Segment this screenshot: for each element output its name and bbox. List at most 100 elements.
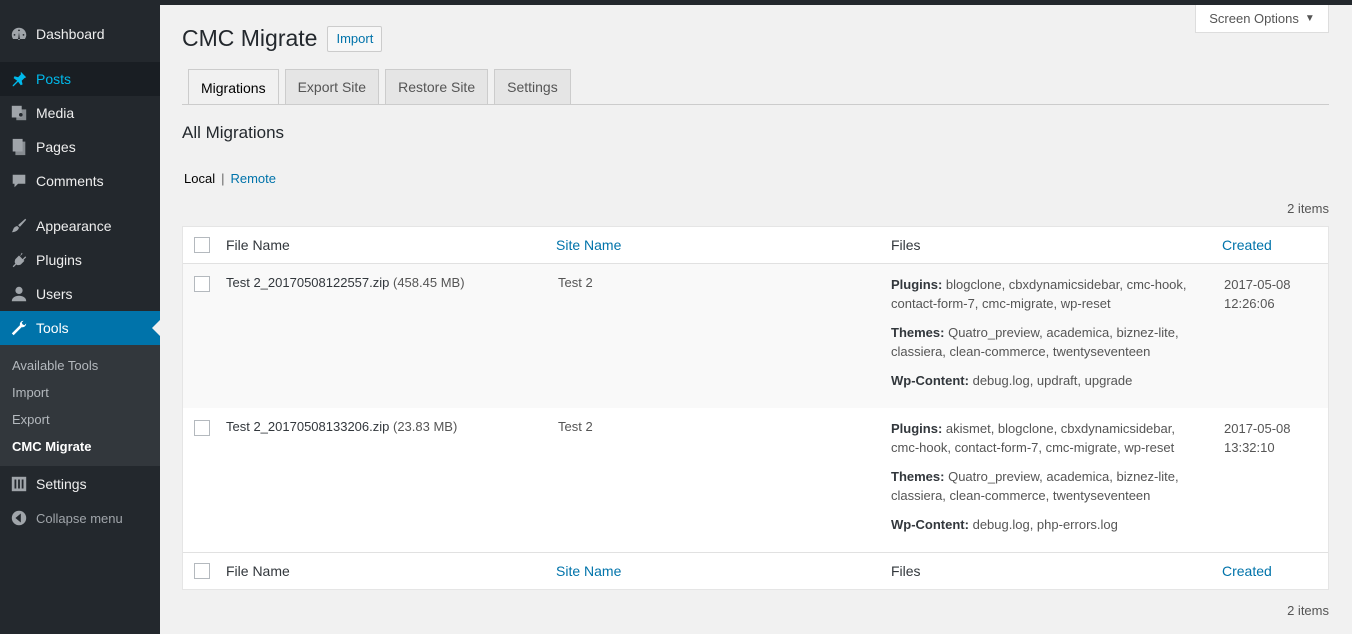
tools-submenu: Available Tools Import Export CMC Migrat…	[0, 345, 160, 466]
select-all-checkbox[interactable]	[194, 237, 210, 253]
file-size: (23.83 MB)	[393, 419, 458, 434]
menu-item-comments[interactable]: Comments	[0, 164, 160, 198]
wp-content-group: Wp-Content: debug.log, updraft, upgrade	[891, 371, 1206, 390]
menu-item-plugins[interactable]: Plugins	[0, 243, 160, 277]
wp-content-list: debug.log, updraft, upgrade	[972, 373, 1133, 388]
section-title: All Migrations	[182, 123, 285, 142]
column-site-name[interactable]: Site Name	[556, 237, 621, 253]
file-name: Test 2_20170508133206.zip	[226, 419, 390, 434]
files-cell: Plugins: akismet, blogclone, cbxdynamics…	[891, 419, 1206, 544]
menu-item-tools[interactable]: Tools	[0, 311, 160, 345]
menu-label: Users	[36, 286, 73, 302]
screen-options-button[interactable]: Screen Options ▼	[1195, 5, 1329, 33]
menu-label: Posts	[36, 71, 72, 87]
plugins-group: Plugins: blogclone, cbxdynamicsidebar, c…	[891, 275, 1206, 313]
tab-restore-site[interactable]: Restore Site	[385, 69, 489, 104]
migrations-table: File Name Site Name Files Created Test 2…	[182, 226, 1329, 590]
dashboard-icon	[10, 25, 28, 43]
table-row: Test 2_20170508133206.zip (23.83 MB) Tes…	[183, 408, 1328, 552]
themes-label: Themes:	[891, 469, 945, 484]
menu-item-users[interactable]: Users	[0, 277, 160, 311]
tab-migrations[interactable]: Migrations	[188, 69, 279, 105]
import-button[interactable]: Import	[327, 25, 383, 52]
collapse-menu-button[interactable]: Collapse menu	[0, 501, 160, 535]
page-title: CMC Migrate	[182, 25, 318, 51]
menu-item-media[interactable]: Media	[0, 96, 160, 130]
filter-local[interactable]: Local	[184, 171, 215, 186]
plugins-label: Plugins:	[891, 277, 943, 292]
select-all-checkbox-bottom[interactable]	[194, 563, 210, 579]
themes-label: Themes:	[891, 325, 945, 340]
screen-options-label: Screen Options	[1209, 11, 1299, 26]
pages-icon	[10, 138, 28, 156]
title-row: CMC Migrate Import	[182, 25, 383, 52]
tab-export-site[interactable]: Export Site	[284, 69, 380, 104]
tab-divider	[182, 104, 1329, 105]
menu-label: Tools	[36, 320, 69, 336]
column-files: Files	[891, 237, 921, 253]
file-name-cell: Test 2_20170508122557.zip (458.45 MB)	[226, 275, 465, 290]
pin-icon	[10, 70, 28, 88]
comment-icon	[10, 172, 28, 190]
user-icon	[10, 285, 28, 303]
themes-group: Themes: Quatro_preview, academica, bizne…	[891, 323, 1206, 361]
submenu-item-import[interactable]: Import	[0, 379, 160, 406]
column-created[interactable]: Created	[1222, 563, 1272, 579]
menu-label: Media	[36, 105, 75, 121]
menu-item-settings[interactable]: Settings	[0, 467, 160, 501]
menu-label: Plugins	[36, 252, 82, 268]
created-time: 12:26:06	[1224, 296, 1275, 311]
plugins-label: Plugins:	[891, 421, 943, 436]
wp-content-list: debug.log, php-errors.log	[972, 517, 1118, 532]
created-cell: 2017-05-08 12:26:06	[1224, 275, 1291, 313]
items-count-bottom: 2 items	[1287, 603, 1329, 618]
plugins-group: Plugins: akismet, blogclone, cbxdynamics…	[891, 419, 1206, 457]
table-row: Test 2_20170508122557.zip (458.45 MB) Te…	[183, 264, 1328, 408]
table-header: File Name Site Name Files Created	[183, 227, 1328, 264]
menu-label: Pages	[36, 139, 76, 155]
menu-item-posts[interactable]: Posts	[0, 62, 160, 96]
created-cell: 2017-05-08 13:32:10	[1224, 419, 1291, 457]
site-name-cell: Test 2	[558, 275, 593, 290]
wrench-icon	[10, 319, 28, 337]
menu-item-dashboard[interactable]: Dashboard	[0, 17, 160, 51]
menu-label: Comments	[36, 173, 104, 189]
site-name-cell: Test 2	[558, 419, 593, 434]
plugin-icon	[10, 251, 28, 269]
filter-separator: |	[221, 171, 225, 186]
menu-item-pages[interactable]: Pages	[0, 130, 160, 164]
submenu-item-export[interactable]: Export	[0, 406, 160, 433]
created-date: 2017-05-08	[1224, 421, 1291, 436]
themes-group: Themes: Quatro_preview, academica, bizne…	[891, 467, 1206, 505]
menu-label: Settings	[36, 476, 87, 492]
column-site-name[interactable]: Site Name	[556, 563, 621, 579]
settings-icon	[10, 475, 28, 493]
menu-label: Dashboard	[36, 26, 105, 42]
media-icon	[10, 104, 28, 122]
submenu-item-available-tools[interactable]: Available Tools	[0, 352, 160, 379]
admin-bar	[0, 0, 1352, 5]
file-name: Test 2_20170508122557.zip	[226, 275, 390, 290]
column-created[interactable]: Created	[1222, 237, 1272, 253]
brush-icon	[10, 217, 28, 235]
column-files: Files	[891, 563, 921, 579]
admin-sidebar: Dashboard Posts Media Pages Comments App…	[0, 0, 160, 634]
caret-down-icon: ▼	[1304, 13, 1315, 24]
nav-tabs: Migrations Export Site Restore Site Sett…	[188, 69, 577, 105]
view-filters: Local | Remote	[184, 171, 276, 186]
submenu-item-cmc-migrate[interactable]: CMC Migrate	[0, 433, 160, 460]
row-checkbox[interactable]	[194, 276, 210, 292]
wp-content-label: Wp-Content:	[891, 517, 969, 532]
menu-item-appearance[interactable]: Appearance	[0, 209, 160, 243]
row-checkbox[interactable]	[194, 420, 210, 436]
file-size: (458.45 MB)	[393, 275, 465, 290]
wp-content-label: Wp-Content:	[891, 373, 969, 388]
collapse-icon	[10, 509, 28, 527]
admin-menu: Dashboard Posts Media Pages Comments App…	[0, 0, 160, 345]
items-count-top: 2 items	[1287, 201, 1329, 216]
column-file-name: File Name	[226, 563, 290, 579]
table-footer: File Name Site Name Files Created	[183, 552, 1328, 589]
filter-remote[interactable]: Remote	[230, 171, 276, 186]
tab-settings[interactable]: Settings	[494, 69, 571, 104]
files-cell: Plugins: blogclone, cbxdynamicsidebar, c…	[891, 275, 1206, 400]
